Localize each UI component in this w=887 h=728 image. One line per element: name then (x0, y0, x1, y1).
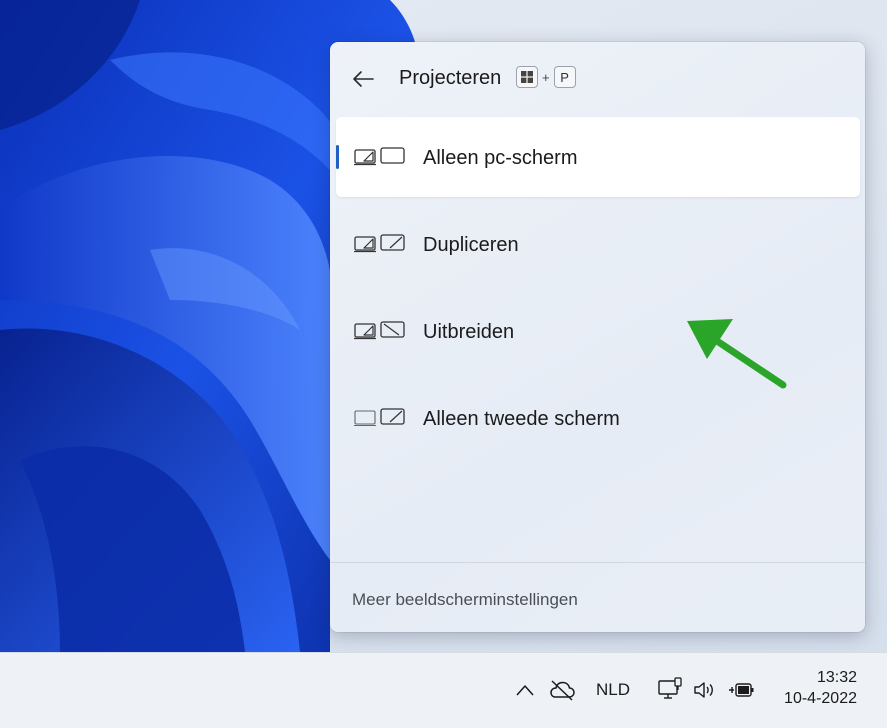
network-wired-icon (658, 677, 682, 699)
flyout-title: Projecteren (399, 67, 502, 89)
cloud-offline-icon (550, 680, 575, 701)
option-label: Dupliceren (423, 234, 519, 256)
onedrive-button[interactable] (546, 675, 578, 705)
battery-charging-icon (729, 683, 754, 697)
second-screen-only-icon (354, 408, 406, 433)
input-language-indicator[interactable]: NLD (588, 677, 638, 703)
selected-indicator (336, 145, 339, 169)
taskbar: NLD 13:32 10-4-2022 (0, 652, 887, 728)
clock-date: 10-4-2022 (784, 690, 857, 707)
back-arrow-icon (353, 71, 374, 87)
taskbar-clock[interactable]: 13:32 10-4-2022 (784, 667, 857, 709)
shortcut-plus: + (542, 69, 550, 85)
clock-time: 13:32 (816, 669, 857, 686)
extend-icon (354, 321, 406, 346)
windows-key (516, 66, 538, 88)
volume-button[interactable] (690, 675, 720, 705)
chevron-up-icon (516, 685, 534, 696)
pc-screen-only-icon (354, 147, 406, 172)
flyout-header: Projecteren + P (330, 42, 865, 114)
keyboard-shortcut: + P (516, 66, 576, 88)
option-label: Alleen pc-scherm (423, 147, 578, 169)
p-key: P (553, 66, 576, 88)
battery-button[interactable] (726, 675, 758, 705)
option-pc-screen-only[interactable]: Alleen pc-scherm (336, 117, 860, 197)
windows-logo-icon (521, 71, 533, 83)
option-label: Uitbreiden (423, 321, 515, 343)
network-button[interactable] (655, 674, 685, 704)
annotation-arrow-icon (687, 319, 787, 389)
option-duplicate[interactable]: Dupliceren (336, 204, 860, 284)
duplicate-icon (354, 234, 406, 259)
speaker-icon (694, 682, 713, 698)
show-hidden-icons-button[interactable] (512, 677, 538, 703)
back-button[interactable] (348, 64, 378, 94)
option-label: Alleen tweede scherm (423, 408, 620, 430)
more-display-settings-link[interactable]: Meer beeldscherminstellingen (352, 590, 578, 610)
footer-divider (330, 562, 865, 563)
project-options-list: Alleen pc-scherm Dupliceren Uitbreiden A… (336, 117, 860, 465)
